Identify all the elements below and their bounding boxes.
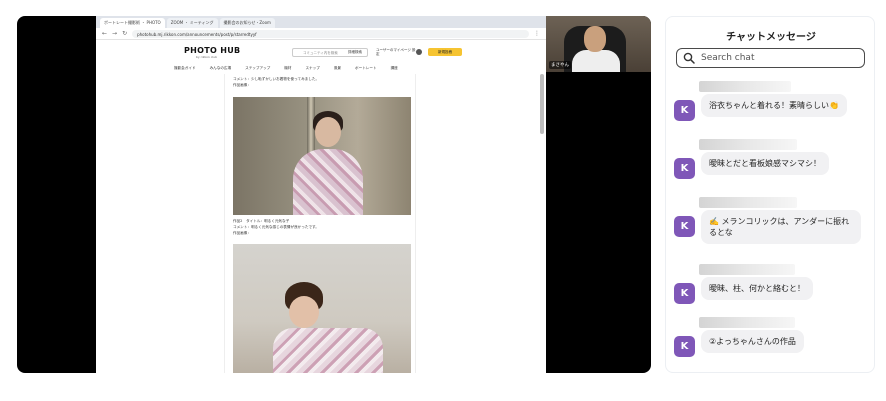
avatar: K	[674, 100, 695, 121]
avatar: K	[674, 283, 695, 304]
reload-icon[interactable]: ↻	[122, 30, 127, 37]
site-nav-item[interactable]: 撮影会ガイド	[174, 66, 196, 71]
site-nav-item[interactable]: 機材	[284, 66, 291, 71]
site-nav: 撮影会ガイド みんなの広場 ステップアップ 機材 スナップ 風景 ポートレート …	[174, 66, 398, 71]
sender-name-blurred	[699, 139, 797, 150]
url-field[interactable]: photohub.mj.rikkon.com/announcements/pos…	[132, 29, 529, 38]
search-icon	[683, 52, 695, 64]
site-avatar[interactable]	[416, 49, 422, 55]
back-icon[interactable]: ←	[102, 30, 107, 37]
browser-tab[interactable]: ZOOM ・ ミーティング	[166, 18, 218, 28]
speaker-tile[interactable]: まさやん	[546, 16, 651, 72]
chat-title: チャットメッセージ	[726, 32, 816, 43]
speaker-name: まさやん	[549, 61, 571, 69]
sender-name-blurred	[699, 264, 795, 275]
article-comment: コメント：少し恥ずかしいお着物を使ってみました。	[233, 77, 320, 81]
sender-name-blurred	[699, 81, 791, 92]
chat-search-box[interactable]	[676, 48, 865, 68]
article-label: 作品画像：	[233, 231, 251, 235]
speaker-head	[584, 26, 606, 52]
browser-tab[interactable]: ポートレート撮影術 ・ PHOTO	[100, 18, 165, 28]
photo-face	[289, 296, 319, 328]
chat-bubble: 浴衣ちゃんと着れる！素晴らしい👏	[701, 94, 847, 117]
chat-message: K ✍️ メランコリックは、アンダーに振れるとな	[674, 197, 870, 247]
article-comment: コメント：明るく元気な感じの表情が良かったです。	[233, 225, 319, 229]
page-scrollbar[interactable]	[540, 74, 544, 134]
browser-address-bar: ← → ↻ photohub.mj.rikkon.com/announcemen…	[96, 28, 546, 40]
site-header: PHOTO HUB by rikkon club コミュニティ内を検索 詳細検索…	[96, 40, 546, 74]
site-nav-item[interactable]: みんなの広場	[210, 66, 232, 71]
avatar: K	[674, 158, 695, 179]
menu-icon[interactable]: ⋮	[534, 30, 540, 37]
portrait-photo[interactable]	[233, 97, 411, 215]
sender-name-blurred	[699, 197, 797, 208]
avatar: K	[674, 336, 695, 357]
chat-panel: チャットメッセージ K 浴衣ちゃんと着れる！素晴らしい👏 K 曖昧とだと看板娘感…	[665, 16, 875, 373]
site-nav-item[interactable]: ステップアップ	[245, 66, 270, 71]
new-post-button[interactable]: 新規投稿	[428, 48, 462, 56]
site-nav-item[interactable]: 講座	[391, 66, 398, 71]
avatar: K	[674, 216, 695, 237]
portrait-photo[interactable]	[233, 244, 411, 373]
sender-name-blurred	[699, 317, 795, 328]
site-logo[interactable]: PHOTO HUB	[184, 46, 240, 55]
speaker-shirt	[572, 50, 620, 72]
site-nav-item[interactable]: ポートレート	[355, 66, 377, 71]
forward-icon[interactable]: →	[112, 30, 117, 37]
chat-message: K 曖昧とだと看板娘感マシマシ！	[674, 139, 870, 189]
browser-tab[interactable]: 撮影会のお知らせ・Zoom	[219, 18, 275, 28]
chat-bubble: 曖昧とだと看板娘感マシマシ！	[701, 152, 829, 175]
site-nav-item[interactable]: スナップ	[305, 66, 319, 71]
video-stage: ポートレート撮影術 ・ PHOTO ZOOM ・ ミーティング 撮影会のお知らせ…	[17, 16, 651, 373]
photo-face	[315, 117, 341, 147]
chat-bubble: ②よっちゃんさんの作品	[701, 330, 804, 353]
chat-search-input[interactable]	[701, 53, 861, 63]
article-body: コメント：少し恥ずかしいお着物を使ってみました。 作品画像： 作品2 タイトル：…	[224, 74, 416, 373]
article-label: 作品画像：	[233, 83, 251, 87]
chat-message: K 浴衣ちゃんと着れる！素晴らしい👏	[674, 81, 870, 131]
article-title: 作品2 タイトル：明るく元気な子	[233, 219, 290, 223]
photo-kimono	[293, 149, 363, 215]
photo-kimono	[273, 328, 383, 373]
site-user-menu[interactable]: ユーザーのマイページ 設定	[376, 48, 418, 56]
site-search-button[interactable]: 詳細検索	[348, 50, 362, 55]
chat-bubble: 曖昧、柱、何かと絡むと！	[701, 277, 813, 300]
site-logo-sub: by rikkon club	[196, 55, 218, 59]
chat-message: K 曖昧、柱、何かと絡むと！	[674, 264, 870, 314]
browser-tab-bar: ポートレート撮影術 ・ PHOTO ZOOM ・ ミーティング 撮影会のお知らせ…	[96, 16, 546, 28]
meeting-window: ポートレート撮影術 ・ PHOTO ZOOM ・ ミーティング 撮影会のお知らせ…	[0, 0, 886, 401]
chat-bubble: ✍️ メランコリックは、アンダーに振れるとな	[701, 210, 861, 244]
chat-message: K ②よっちゃんさんの作品	[674, 317, 870, 367]
shared-screen: ポートレート撮影術 ・ PHOTO ZOOM ・ ミーティング 撮影会のお知らせ…	[96, 16, 546, 373]
site-nav-item[interactable]: 風景	[334, 66, 341, 71]
